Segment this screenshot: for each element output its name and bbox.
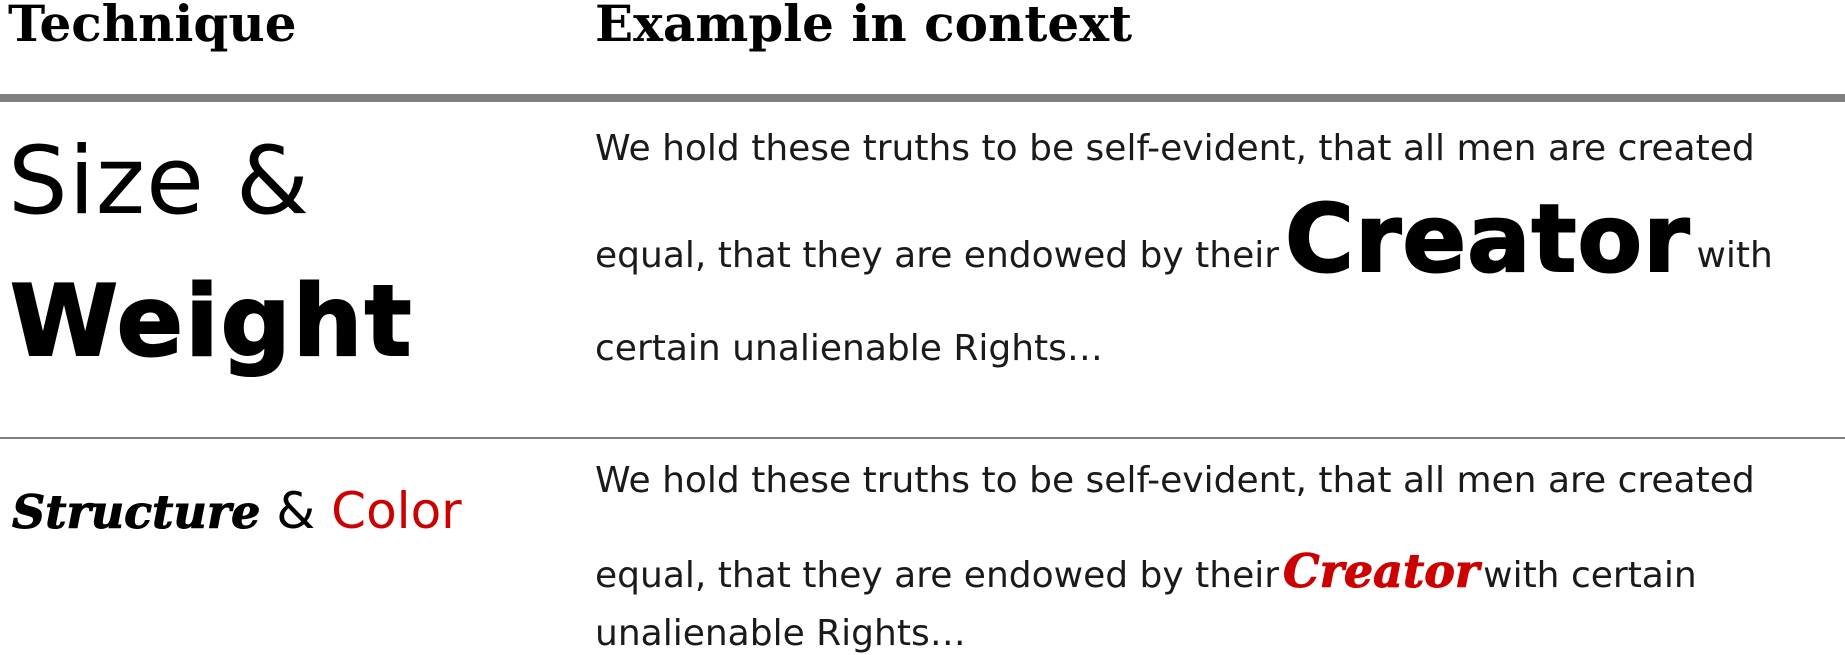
row2-example-text-before: equal, that they are endowed by their: [595, 555, 1280, 596]
row2-creator-highlight: Creator: [1283, 544, 1480, 599]
header-divider: [0, 94, 1845, 102]
row2-example-line2: equal, that they are endowed by theirCre…: [595, 540, 1697, 607]
row1-creator-highlight: Creator: [1284, 185, 1691, 294]
row-divider: [0, 437, 1845, 439]
technique-structure-color-label: Structure & Color: [11, 476, 462, 547]
row1-example-text-before: equal, that they are endowed by their: [595, 235, 1280, 276]
technique-structure-word: Structure: [11, 485, 261, 540]
row1-example-line3: certain unalienable Rights…: [595, 328, 1103, 369]
row1-example-line1: We hold these truths to be self-evident,…: [595, 128, 1755, 169]
technique-size-label: Size &: [8, 127, 311, 236]
row1-example-text-after: with: [1696, 235, 1773, 276]
technique-column-header: Technique: [8, 0, 297, 53]
row2-example-line3: unalienable Rights…: [595, 613, 966, 654]
row1-example-line2: equal, that they are endowed by theirCre…: [595, 189, 1773, 306]
technique-ampersand: &: [276, 482, 316, 540]
technique-weight-label: Weight: [9, 264, 414, 380]
row2-example-text-after: with certain: [1483, 555, 1697, 596]
technique-color-word: Color: [331, 482, 462, 540]
row2-example-line1: We hold these truths to be self-evident,…: [595, 460, 1755, 501]
example-column-header: Example in context: [595, 0, 1133, 53]
